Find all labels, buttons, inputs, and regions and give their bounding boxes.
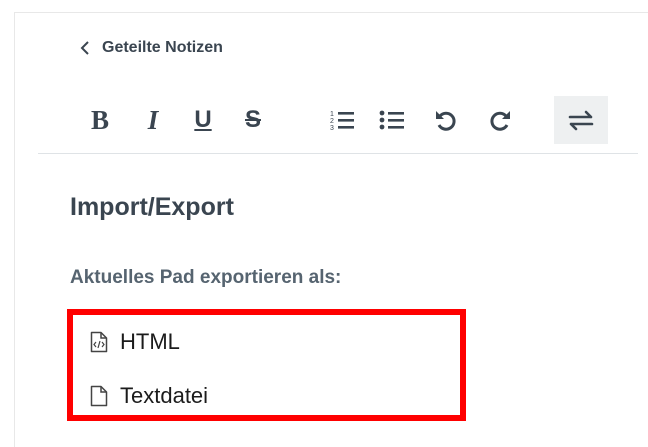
back-label: Geteilte Notizen [102, 39, 223, 56]
ordered-list-icon: 1 2 3 [330, 111, 354, 132]
page-title: Import/Export [70, 193, 234, 221]
toolbar-divider [38, 153, 638, 154]
redo-icon [490, 111, 510, 131]
redo-button[interactable] [486, 96, 516, 144]
export-label: Aktuelles Pad exportieren als: [70, 267, 342, 288]
svg-text:3: 3 [330, 125, 334, 132]
bold-button[interactable]: B [86, 96, 114, 144]
export-text-label: Textdatei [120, 383, 209, 408]
chevron-left-icon [76, 36, 94, 60]
export-text-option[interactable]: Textdatei [90, 382, 208, 410]
svg-text:2: 2 [330, 118, 334, 125]
export-html-label: HTML [120, 329, 180, 354]
html-file-icon [90, 330, 112, 354]
strikethrough-button[interactable]: S [240, 96, 266, 144]
italic-button[interactable]: I [142, 96, 164, 144]
export-html-option[interactable]: HTML [90, 328, 180, 356]
unordered-list-icon [379, 110, 404, 130]
underline-button[interactable]: U [190, 96, 216, 144]
back-button[interactable]: Geteilte Notizen [76, 36, 223, 60]
svg-text:1: 1 [330, 111, 334, 118]
unordered-list-button[interactable] [376, 96, 408, 144]
undo-button[interactable] [430, 96, 460, 144]
import-export-icon [568, 110, 594, 131]
text-file-icon [90, 384, 112, 408]
formatting-toolbar: B I U S 1 2 3 [80, 96, 620, 144]
import-export-button[interactable] [554, 96, 608, 144]
ordered-list-button[interactable]: 1 2 3 [326, 96, 358, 144]
undo-icon [436, 111, 456, 131]
